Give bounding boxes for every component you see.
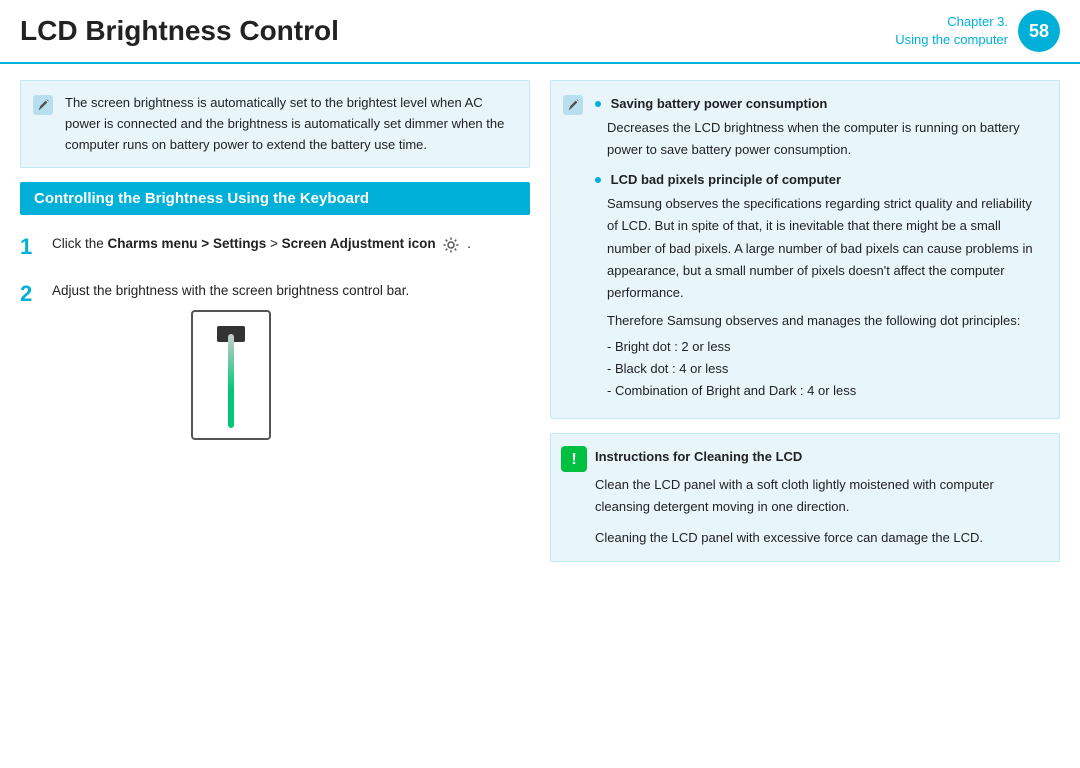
chapter-line1: Chapter 3. [947, 14, 1008, 29]
main-content: The screen brightness is automatically s… [0, 64, 1080, 768]
warning-icon: ! [561, 446, 587, 472]
bullet-title-2: LCD bad pixels principle of computer [611, 172, 841, 187]
note-text-left: The screen brightness is automatically s… [65, 95, 504, 152]
bullet-item-2: LCD bad pixels principle of computer Sam… [595, 169, 1045, 402]
sub-bullet-1: - Bright dot : 2 or less [607, 336, 1045, 358]
warning-title: Instructions for Cleaning the LCD [595, 446, 1045, 468]
sub-bullet-3: - Combination of Bright and Dark : 4 or … [607, 380, 1045, 402]
bullet-dot-2 [595, 177, 601, 183]
header-right: Chapter 3. Using the computer 58 [895, 10, 1060, 52]
step-1-bold2: Screen Adjustment icon [282, 236, 436, 251]
bullet-dot-1 [595, 101, 601, 107]
warning-text-2: Cleaning the LCD panel with excessive fo… [595, 527, 1045, 549]
step-2-label: Adjust the brightness with the screen br… [52, 283, 409, 298]
note-box-right: Saving battery power consumption Decreas… [550, 80, 1060, 419]
steps-container: 1 Click the Charms menu > Settings > Scr… [20, 229, 530, 443]
warning-icon-text: ! [571, 446, 576, 473]
bullet-item-1: Saving battery power consumption Decreas… [595, 93, 1045, 161]
step-1-text: Click the Charms menu > Settings > Scree… [52, 233, 471, 255]
step-2: 2 Adjust the brightness with the screen … [20, 280, 530, 440]
pencil-icon [31, 93, 55, 117]
page-header: LCD Brightness Control Chapter 3. Using … [0, 0, 1080, 64]
chapter-text: Chapter 3. Using the computer [895, 13, 1008, 49]
note-box-left: The screen brightness is automatically s… [20, 80, 530, 168]
left-column: The screen brightness is automatically s… [20, 80, 530, 752]
bullet-extra-2: Therefore Samsung observes and manages t… [607, 310, 1045, 332]
step-1-number: 1 [20, 233, 40, 262]
bullet-title-1: Saving battery power consumption [611, 96, 828, 111]
warning-box: ! Instructions for Cleaning the LCD Clea… [550, 433, 1060, 561]
step-2-text: Adjust the brightness with the screen br… [52, 280, 409, 440]
pencil-icon-right [561, 93, 585, 117]
chapter-line2: Using the computer [895, 32, 1008, 47]
section-header: Controlling the Brightness Using the Key… [20, 182, 530, 215]
slider-track [228, 334, 234, 428]
bullet-text-2: Samsung observes the specifications rega… [607, 193, 1045, 303]
sun-icon [442, 236, 460, 254]
step-1-bold1: Charms menu > Settings [108, 236, 267, 251]
warning-text-1: Clean the LCD panel with a soft cloth li… [595, 474, 1045, 518]
step-2-number: 2 [20, 280, 40, 309]
step-1-mid: > [270, 236, 282, 251]
page-title: LCD Brightness Control [20, 15, 339, 47]
sub-bullet-2: - Black dot : 4 or less [607, 358, 1045, 380]
right-column: Saving battery power consumption Decreas… [550, 80, 1060, 752]
brightness-slider [191, 310, 271, 440]
bullet-text-1: Decreases the LCD brightness when the co… [607, 117, 1045, 161]
page-number: 58 [1018, 10, 1060, 52]
step-1: 1 Click the Charms menu > Settings > Scr… [20, 233, 530, 262]
step-1-after: . [467, 236, 471, 251]
sub-bullets: - Bright dot : 2 or less - Black dot : 4… [607, 336, 1045, 402]
slider-container [52, 310, 409, 440]
